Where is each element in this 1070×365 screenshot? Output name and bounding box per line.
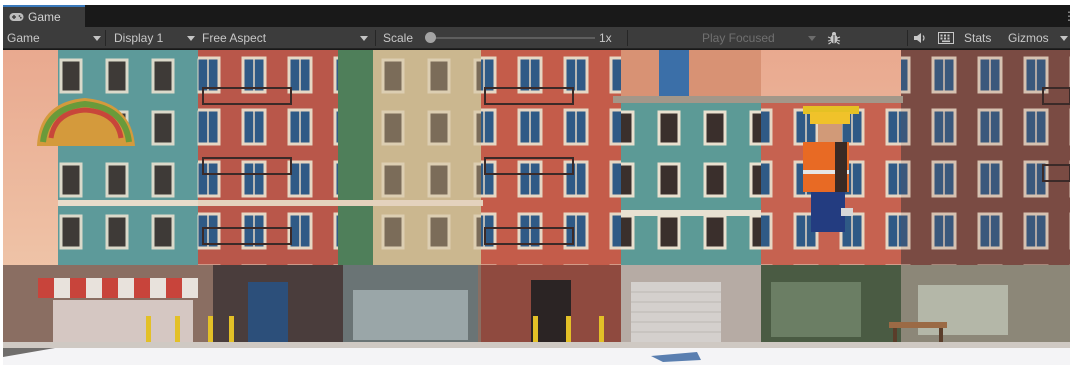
display-mode-label: Game (7, 31, 40, 45)
more-options-icon[interactable]: ⋮ (1063, 9, 1070, 23)
chevron-down-icon (93, 36, 101, 41)
scene-ground (3, 348, 1070, 365)
gamepad-icon (9, 13, 24, 21)
divider (105, 30, 106, 46)
chevron-down-icon (187, 36, 195, 41)
tab-strip: Game ⋮ (3, 5, 1070, 27)
bug-icon (827, 32, 841, 45)
gizmos-dropdown[interactable]: Gizmos (1008, 27, 1068, 49)
keyboard-icon (938, 32, 954, 44)
scale-slider-knob[interactable] (425, 32, 436, 43)
display-dropdown[interactable]: Display 1 (114, 27, 198, 49)
chevron-down-icon (808, 36, 816, 41)
scale-value-text: 1x (599, 31, 612, 45)
aspect-label: Free Aspect (202, 31, 267, 45)
stats-button[interactable]: Stats (964, 27, 991, 49)
speaker-icon (914, 33, 925, 43)
play-mode-dropdown[interactable]: Play Focused (702, 27, 820, 49)
tab-label: Game (28, 10, 61, 24)
chevron-down-icon (1060, 36, 1068, 41)
game-scene-image (3, 50, 1070, 348)
game-window: Game ⋮ Game Display 1 Free Aspect Scale … (3, 5, 1070, 365)
scale-label-text: Scale (383, 31, 414, 45)
divider (907, 30, 908, 46)
game-viewport[interactable] (3, 50, 1070, 348)
divider (375, 30, 376, 46)
stats-label: Stats (964, 31, 992, 45)
aspect-dropdown[interactable]: Free Aspect (202, 27, 372, 49)
ground-shadow-icon (3, 348, 701, 362)
display-label: Display 1 (114, 31, 164, 45)
play-mode-label: Play Focused (702, 31, 775, 45)
mute-audio-toggle[interactable] (913, 27, 931, 49)
chevron-down-icon (360, 36, 368, 41)
game-toolbar: Game Display 1 Free Aspect Scale 1x Play… (3, 27, 1070, 49)
divider (627, 30, 628, 46)
tab-game[interactable]: Game (3, 5, 85, 27)
shortcuts-toggle[interactable] (938, 27, 958, 49)
scale-value: 1x (599, 27, 612, 49)
gizmos-label: Gizmos (1008, 31, 1049, 45)
scale-label: Scale (383, 27, 413, 49)
debug-toggle[interactable] (827, 27, 845, 49)
display-mode-dropdown[interactable]: Game (7, 27, 103, 49)
scale-slider-track[interactable] (435, 37, 595, 39)
